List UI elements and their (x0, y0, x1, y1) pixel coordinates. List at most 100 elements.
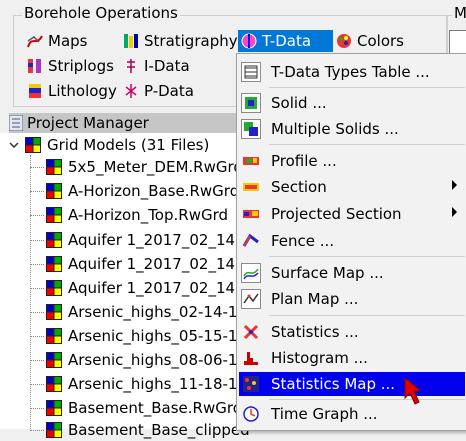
grid-file-icon (46, 376, 62, 392)
file-label: Arsenic_highs_02-14-17 (68, 303, 247, 321)
stratigraphy-button[interactable]: Stratigraphy (123, 30, 238, 52)
file-label: Arsenic_highs_05-15-17 (68, 327, 247, 345)
profile-icon (241, 151, 261, 171)
menu-item-label: Surface Map ... (271, 264, 384, 282)
menu-separator (269, 144, 465, 145)
tree-file-item[interactable]: Aquifer 1_2017_02_14 (3 (30, 277, 255, 299)
tree-file-item[interactable]: A-Horizon_Base.RwGrd (30, 180, 239, 202)
menu-item-time-graph[interactable]: Time Graph ... (239, 402, 465, 426)
menu-separator (269, 256, 465, 257)
statistics-icon (241, 322, 261, 342)
t-data-button[interactable]: T-Data (238, 30, 333, 52)
file-label: Arsenic_highs_08-06-17 (68, 351, 247, 369)
grid-file-icon (46, 328, 62, 344)
grid-file-icon (46, 207, 62, 223)
section-icon (241, 177, 261, 197)
fence-icon (241, 231, 261, 251)
file-label: Aquifer 1_2017_02_14 (1 (68, 231, 256, 249)
t-data-icon (241, 33, 257, 49)
menu-item-statistics[interactable]: Statistics ... (239, 320, 465, 344)
menu-item-histogram[interactable]: Histogram ... (239, 346, 465, 370)
tree-file-item[interactable]: Arsenic_highs_11-18-17 (30, 373, 247, 395)
lithology-label: Lithology (48, 82, 117, 100)
menu-item-label: Time Graph ... (271, 405, 378, 423)
maps-button[interactable]: Maps (27, 30, 87, 52)
grid-file-icon (46, 256, 62, 272)
grid-file-icon (46, 280, 62, 296)
menu-item-label: Histogram ... (271, 349, 368, 367)
tree-file-item[interactable]: Basement_Base_clipped (30, 419, 250, 441)
file-label: Aquifer 1_2017_02_14 (2 (68, 255, 256, 273)
maps-label: Maps (48, 32, 88, 50)
project-manager-header: Project Manager (0, 113, 240, 133)
colors-icon (336, 33, 352, 49)
grid-file-icon (46, 422, 62, 438)
grid-file-icon (46, 232, 62, 248)
file-label: Aquifer 1_2017_02_14 (3 (68, 279, 256, 297)
grid-models-icon (25, 137, 41, 153)
tree-file-item[interactable]: Aquifer 1_2017_02_14 (2 (30, 253, 255, 275)
menu-item-multiple-solids[interactable]: Multiple Solids ... (239, 117, 465, 141)
lithology-icon (27, 83, 43, 99)
menu-item-surface-map[interactable]: Surface Map ... (239, 261, 465, 285)
lithology-button[interactable]: Lithology (27, 80, 117, 102)
time-graph-icon (241, 404, 261, 424)
colors-label: Colors (357, 32, 404, 50)
tree-root-grid-models[interactable]: Grid Models (31 Files) (9, 134, 209, 156)
solid-icon (241, 93, 261, 113)
i-data-button[interactable]: I-Data (123, 55, 190, 77)
i-data-label: I-Data (144, 57, 190, 75)
grid-file-icon (46, 352, 62, 368)
t-data-dropdown-menu: T-Data Types Table ... Solid ... Multipl… (236, 53, 466, 431)
menu-item-projected-section[interactable]: Projected Section (239, 202, 465, 226)
second-group-button[interactable] (449, 30, 466, 54)
i-data-icon (123, 58, 139, 74)
borehole-operations-title: Borehole Operations (22, 4, 180, 22)
menu-item-label: Section (271, 178, 327, 196)
surface-map-icon (241, 263, 261, 283)
tree-file-item[interactable]: Arsenic_highs_08-06-17 (30, 349, 247, 371)
grid-file-icon (46, 183, 62, 199)
file-label: 5x5_Meter_DEM.RwGrd (68, 158, 243, 176)
menu-item-fence[interactable]: Fence ... (239, 229, 465, 253)
menu-item-label: Statistics ... (271, 323, 359, 341)
tree-file-item[interactable]: Arsenic_highs_02-14-17 (30, 301, 247, 323)
table-icon (241, 62, 261, 82)
menu-item-statistics-map[interactable]: Statistics Map ... (239, 372, 465, 396)
project-manager-icon (8, 114, 24, 132)
tree-file-item[interactable]: Arsenic_highs_05-15-17 (30, 325, 247, 347)
menu-item-t-data-types-table[interactable]: T-Data Types Table ... (239, 60, 465, 84)
menu-item-label: Plan Map ... (271, 290, 359, 308)
p-data-label: P-Data (144, 82, 194, 100)
striplogs-button[interactable]: Striplogs (27, 55, 114, 77)
multiple-solids-icon (241, 119, 261, 139)
tree-file-item[interactable]: 5x5_Meter_DEM.RwGrd (30, 156, 243, 178)
menu-separator (269, 399, 465, 400)
menu-separator (269, 87, 465, 88)
menu-item-label: Multiple Solids ... (271, 120, 399, 138)
mouse-cursor-icon (403, 376, 425, 410)
project-manager-title: Project Manager (27, 114, 149, 132)
tree-file-item[interactable]: Aquifer 1_2017_02_14 (1 (30, 229, 255, 251)
menu-item-profile[interactable]: Profile ... (239, 149, 465, 173)
grid-file-icon (46, 400, 62, 416)
striplogs-label: Striplogs (48, 57, 114, 75)
menu-item-plan-map[interactable]: Plan Map ... (239, 287, 465, 311)
tree-file-item[interactable]: Basement_Base.RwGrd (30, 397, 242, 419)
p-data-icon (123, 83, 139, 99)
collapse-chevron-icon[interactable] (9, 137, 19, 153)
grid-models-label: Grid Models (31 Files) (47, 136, 210, 154)
menu-item-solid[interactable]: Solid ... (239, 91, 465, 115)
file-label: Arsenic_highs_11-18-17 (68, 375, 247, 393)
striplogs-icon (27, 58, 43, 74)
tree-file-item[interactable]: A-Horizon_Top.RwGrd (30, 204, 228, 226)
submenu-arrow-icon (452, 180, 457, 190)
file-label: Basement_Base_clipped (68, 421, 250, 439)
menu-item-section[interactable]: Section (239, 175, 465, 199)
stratigraphy-label: Stratigraphy (144, 32, 238, 50)
t-data-label: T-Data (262, 32, 312, 50)
file-label: Basement_Base.RwGrd (68, 399, 243, 417)
second-group-title: M (452, 4, 466, 22)
p-data-button[interactable]: P-Data (123, 80, 194, 102)
colors-button[interactable]: Colors (336, 30, 404, 52)
